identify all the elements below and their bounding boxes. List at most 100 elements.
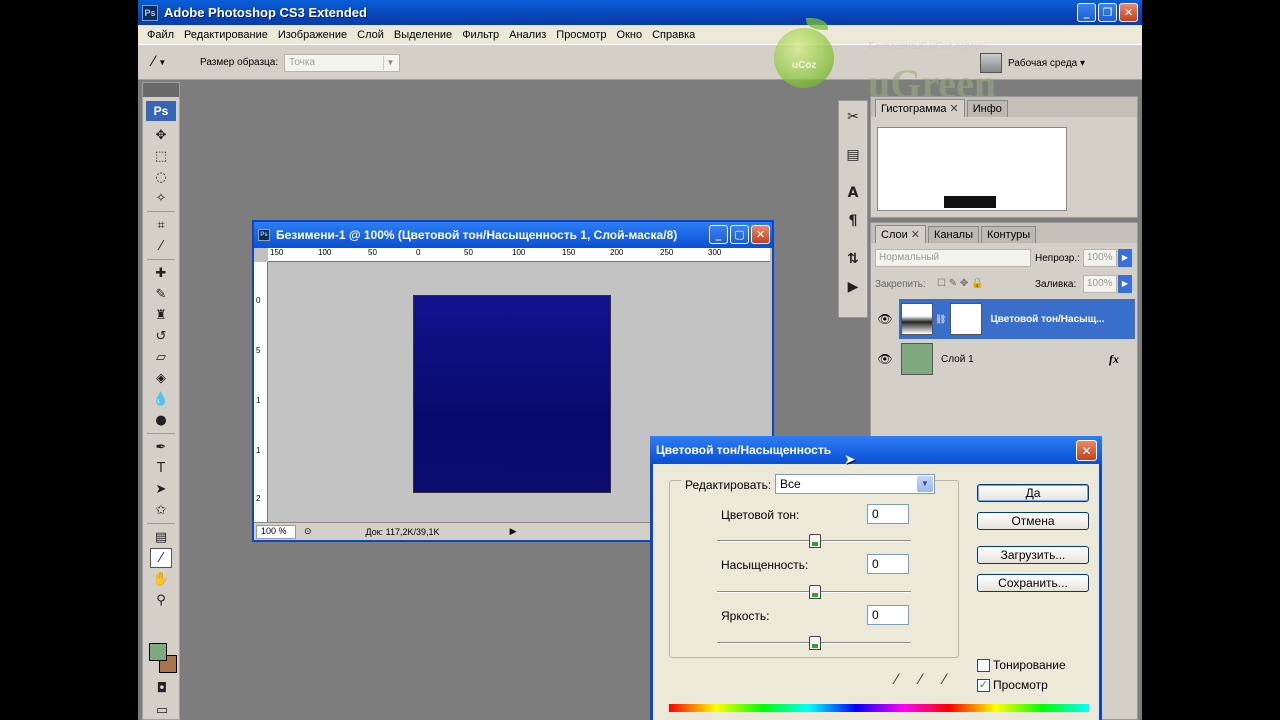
eyedropper-minus-icon[interactable]: ⁄ [943, 672, 959, 688]
cancel-button[interactable]: Отмена [977, 512, 1089, 530]
zoom-field[interactable]: 100 % [256, 524, 296, 539]
close-button[interactable]: ✕ [1119, 3, 1138, 22]
status-icon[interactable]: ⊙ [304, 526, 312, 537]
close-icon[interactable]: ✕ [950, 103, 959, 115]
menu-help[interactable]: Справка [647, 29, 700, 41]
healing-brush-tool-icon[interactable]: ✚ [150, 263, 172, 283]
opacity-field[interactable]: 100% [1083, 249, 1117, 267]
ruler-tick-label: 100 [318, 248, 332, 257]
screen-mode-icon[interactable]: ▭ [151, 700, 173, 720]
saturation-input[interactable]: 0 [867, 554, 909, 574]
document-maximize-button[interactable]: ▢ [730, 225, 749, 244]
move-tool-icon[interactable]: ✥ [150, 125, 172, 145]
mask-thumbnail[interactable] [950, 303, 983, 335]
path-selection-tool-icon[interactable]: ➤ [150, 479, 172, 499]
dodge-tool-icon[interactable]: ● [150, 410, 172, 430]
blend-mode-select[interactable]: Нормальный [875, 249, 1031, 267]
marquee-tool-icon[interactable]: ⬚ [150, 146, 172, 166]
hue-slider-knob[interactable] [809, 534, 821, 548]
menu-edit[interactable]: Редактирование [179, 29, 273, 41]
blue-square-image[interactable] [413, 295, 611, 493]
opacity-arrow-icon[interactable]: ▶ [1118, 249, 1132, 267]
stamp-tool-icon[interactable]: ♜ [150, 305, 172, 325]
hand-tool-icon[interactable]: ✋ [150, 569, 172, 589]
eraser-tool-icon[interactable]: ▱ [150, 347, 172, 367]
paint-bucket-tool-icon[interactable]: ◈ [150, 368, 172, 388]
vertical-ruler[interactable]: 0 5 1 1 2 [254, 262, 268, 524]
workspace-button[interactable]: Рабочая среда ▾ [980, 49, 1098, 77]
load-button[interactable]: Загрузить... [977, 546, 1089, 564]
visibility-eye-icon[interactable]: 👁 [875, 339, 895, 379]
document-title-bar[interactable]: Ps Безимени-1 @ 100% (Цветовой тон/Насыщ… [254, 222, 772, 248]
menu-window[interactable]: Окно [612, 29, 648, 41]
tab-paths[interactable]: Контуры [981, 226, 1037, 243]
menu-select[interactable]: Выделение [389, 29, 457, 41]
eyedropper-tool-icon[interactable]: ⁄ [150, 548, 172, 568]
panel-grip[interactable] [143, 83, 179, 97]
ps-badge[interactable]: Ps [146, 101, 176, 121]
brush-tool-icon[interactable]: ✎ [150, 284, 172, 304]
dialog-title-bar[interactable]: Цветовой тон/Насыщенность [650, 436, 1102, 464]
tools-dock-icon[interactable]: ✂ [841, 105, 865, 129]
tab-layers[interactable]: Слои ✕ [875, 225, 926, 243]
actions-dock-icon[interactable]: ⇅ [841, 247, 865, 271]
tab-info[interactable]: Инфо [966, 100, 1008, 117]
menu-image[interactable]: Изображение [273, 29, 352, 41]
eyedropper-plus-icon[interactable]: ⁄ [919, 672, 935, 688]
menu-file[interactable]: Файл [142, 29, 179, 41]
character-dock-icon[interactable]: A [841, 181, 865, 205]
edit-select[interactable]: Все ▼ [775, 474, 935, 494]
save-button[interactable]: Сохранить... [977, 574, 1089, 592]
menu-filter[interactable]: Фильтр [457, 29, 504, 41]
foreground-color-swatch[interactable] [149, 643, 167, 661]
checkbox-box[interactable]: ✓ [977, 678, 990, 692]
visibility-eye-icon[interactable]: 👁 [875, 299, 895, 339]
history-brush-tool-icon[interactable]: ↺ [150, 326, 172, 346]
checkbox-box[interactable] [977, 658, 990, 672]
lightness-slider-knob[interactable] [809, 636, 821, 650]
layer-row-layer-1[interactable]: Слой 1 fx [899, 339, 1135, 379]
navigator-dock-icon[interactable]: ▤ [841, 143, 865, 167]
fx-icon[interactable]: fx [1109, 352, 1119, 367]
type-tool-icon[interactable]: T [150, 458, 172, 478]
eyedropper-icon[interactable]: ⁄ [895, 672, 911, 688]
status-menu-arrow-icon[interactable]: ▶ [510, 526, 517, 537]
slice-tool-icon[interactable]: ⁄ [150, 236, 172, 256]
hue-input[interactable]: 0 [867, 504, 909, 524]
minimize-button[interactable]: _ [1077, 3, 1096, 22]
menu-analysis[interactable]: Анализ [504, 29, 551, 41]
quick-mask-icon[interactable]: ◘ [151, 678, 173, 698]
pen-tool-icon[interactable]: ✒ [150, 437, 172, 457]
blur-tool-icon[interactable]: 💧 [150, 389, 172, 409]
tool-preset-picker[interactable]: ⁄ ▼ [146, 51, 186, 73]
edit-label: Редактировать: [681, 478, 776, 492]
zoom-tool-icon[interactable]: ⚲ [150, 590, 172, 610]
colorize-checkbox[interactable]: Тонирование [977, 658, 1066, 672]
sample-size-select[interactable]: Точка ▼ [284, 54, 400, 72]
lightness-input[interactable]: 0 [867, 605, 909, 625]
play-dock-icon[interactable]: ▶ [841, 275, 865, 299]
shape-tool-icon[interactable]: ✩ [150, 500, 172, 520]
menu-view[interactable]: Просмотр [551, 29, 611, 41]
fill-arrow-icon[interactable]: ▶ [1118, 275, 1132, 293]
tab-histogram[interactable]: Гистограмма ✕ [875, 99, 965, 117]
tab-channels[interactable]: Каналы [927, 226, 980, 243]
preview-checkbox[interactable]: ✓ Просмотр [977, 678, 1048, 692]
ok-button[interactable]: Да [977, 484, 1089, 502]
saturation-slider-knob[interactable] [809, 585, 821, 599]
document-minimize-button[interactable]: _ [709, 225, 728, 244]
dialog-close-button[interactable]: ✕ [1076, 440, 1097, 461]
lock-icons[interactable]: ☐ ✎ ✥ 🔒 [937, 278, 984, 289]
crop-tool-icon[interactable]: ⌗ [150, 215, 172, 235]
horizontal-ruler[interactable]: 150 100 50 0 50 100 150 200 250 300 [268, 248, 770, 262]
paragraph-dock-icon[interactable]: ¶ [841, 209, 865, 233]
close-icon[interactable]: ✕ [911, 229, 920, 241]
magic-wand-tool-icon[interactable]: ✧ [150, 188, 172, 208]
maximize-button[interactable]: ❐ [1098, 3, 1117, 22]
menu-layer[interactable]: Слой [352, 29, 389, 41]
fill-field[interactable]: 100% [1083, 275, 1117, 293]
layer-row-hue-saturation[interactable]: ⛓ Цветовой тон/Насыщ... [899, 299, 1135, 339]
document-close-button[interactable]: ✕ [751, 225, 770, 244]
lasso-tool-icon[interactable]: ◌ [150, 167, 172, 187]
notes-tool-icon[interactable]: ▤ [150, 527, 172, 547]
